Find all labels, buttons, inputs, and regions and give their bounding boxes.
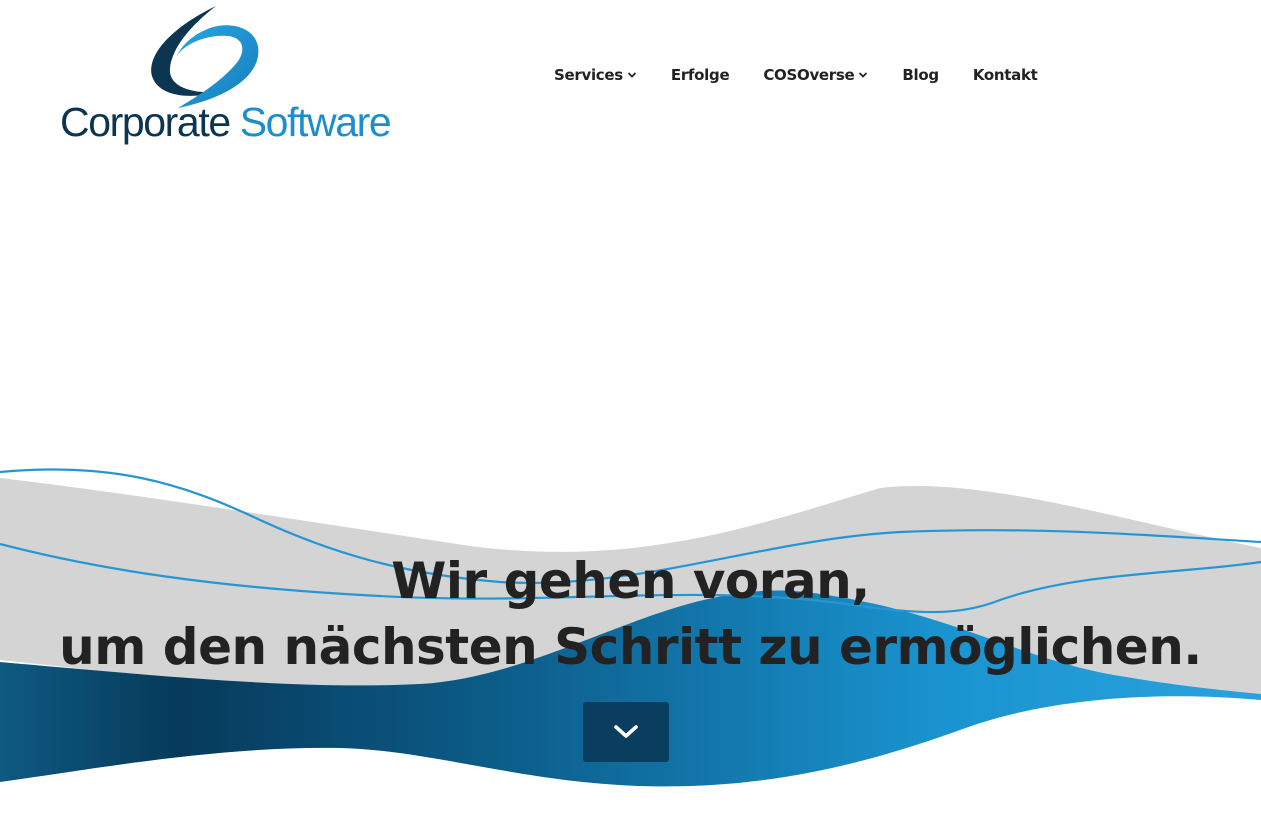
hero-headline-line2: um den nächsten Schritt zu ermöglichen. [59,618,1202,676]
nav-services-label: Services [554,66,623,84]
chevron-down-icon [859,72,868,78]
nav-item-services[interactable]: Services [554,66,637,84]
nav-erfolge-label: Erfolge [670,66,730,84]
nav-item-blog[interactable]: Blog [902,66,939,84]
nav-item-cosoverse[interactable]: COSOverse [763,66,868,84]
logo-word-corporate: Corporate [60,99,231,145]
hero-headline: Wir gehen voran, um den nächsten Schritt… [0,548,1261,680]
chevron-down-icon [627,72,637,78]
nav-blog-label: Blog [902,66,939,84]
nav-cosoverse-label: COSOverse [763,66,855,84]
page: Corporate Software Services Erfolge COSO… [0,0,1261,823]
hero-headline-line1: Wir gehen voran, [391,552,870,610]
chevron-down-icon [614,725,638,738]
logo[interactable]: Corporate Software [58,4,392,148]
main-nav: Services Erfolge COSOverse Blog Kontakt [554,64,1038,86]
logo-wordmark: Corporate Software [60,98,392,146]
logo-word-software: Software [239,99,392,145]
nav-item-kontakt[interactable]: Kontakt [973,66,1038,84]
nav-item-erfolge[interactable]: Erfolge [670,66,730,84]
scroll-down-button[interactable] [583,702,669,762]
nav-kontakt-label: Kontakt [972,66,1038,84]
